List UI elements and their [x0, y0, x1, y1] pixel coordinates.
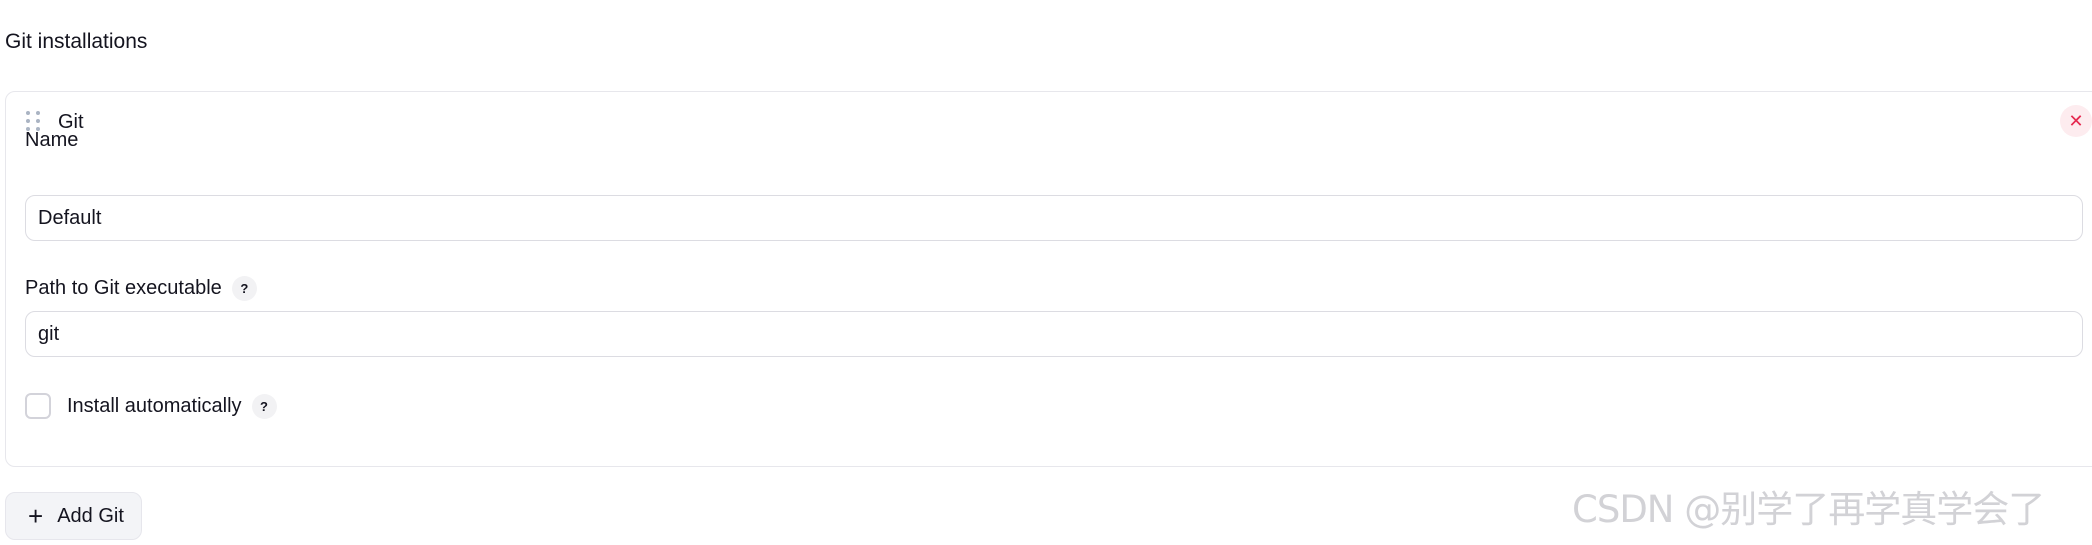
path-label: Path to Git executable ? — [25, 275, 257, 301]
git-installation-card: Git ✕ Name Path to Git executable ? Inst… — [5, 91, 2092, 467]
path-input[interactable] — [25, 311, 2083, 357]
plus-icon: + — [28, 501, 44, 531]
install-automatically-label[interactable]: Install automatically — [67, 393, 242, 419]
install-automatically-checkbox[interactable] — [25, 393, 51, 419]
path-label-text: Path to Git executable — [25, 277, 222, 299]
close-icon[interactable]: ✕ — [2060, 105, 2092, 137]
help-icon[interactable]: ? — [231, 275, 257, 301]
watermark: CSDN @别学了再学真学会了 — [1572, 488, 2045, 531]
section-title: Git installations — [5, 30, 148, 53]
help-icon[interactable]: ? — [251, 393, 277, 419]
name-input[interactable] — [25, 195, 2083, 241]
name-label: Name — [25, 127, 78, 153]
add-git-label: Add Git — [57, 504, 124, 527]
install-automatically-row: Install automatically ? — [25, 390, 277, 422]
add-git-button[interactable]: + Add Git — [5, 492, 142, 540]
name-label-text: Name — [25, 129, 79, 151]
